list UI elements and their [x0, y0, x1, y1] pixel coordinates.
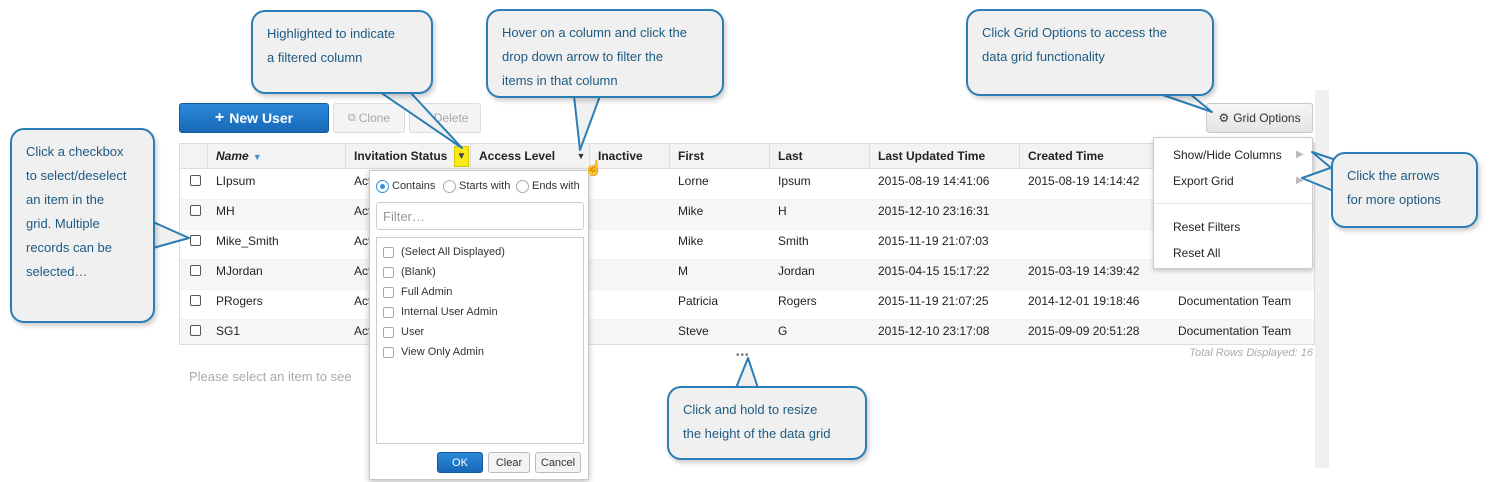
- callout-arrows: Click the arrows for more options: [1331, 152, 1478, 228]
- callout-tail-hover: [573, 95, 601, 151]
- callout-text: Highlighted to indicate a filtered colum…: [267, 26, 395, 65]
- callout-resize: Click and hold to resize the height of t…: [667, 386, 867, 460]
- callout-hover-filter: Hover on a column and click the drop dow…: [486, 9, 724, 98]
- callout-checkbox: Click a checkbox to select/deselect an i…: [10, 128, 155, 323]
- callout-text: Click a checkbox to select/deselect an i…: [26, 144, 127, 279]
- callout-text: Click Grid Options to access the data gr…: [982, 25, 1167, 64]
- callout-tail-resize-a: [735, 357, 759, 389]
- callout-grid-options: Click Grid Options to access the data gr…: [966, 9, 1214, 96]
- callout-text: Hover on a column and click the drop dow…: [502, 25, 687, 88]
- callout-text: Click and hold to resize the height of t…: [683, 402, 831, 441]
- callout-highlighted-column: Highlighted to indicate a filtered colum…: [251, 10, 433, 94]
- callout-tail-grid-options: [1159, 93, 1213, 113]
- callout-tail-highlighted: [379, 91, 463, 149]
- callout-text: Click the arrows for more options: [1347, 168, 1441, 207]
- callout-tail-checkbox: [152, 221, 190, 249]
